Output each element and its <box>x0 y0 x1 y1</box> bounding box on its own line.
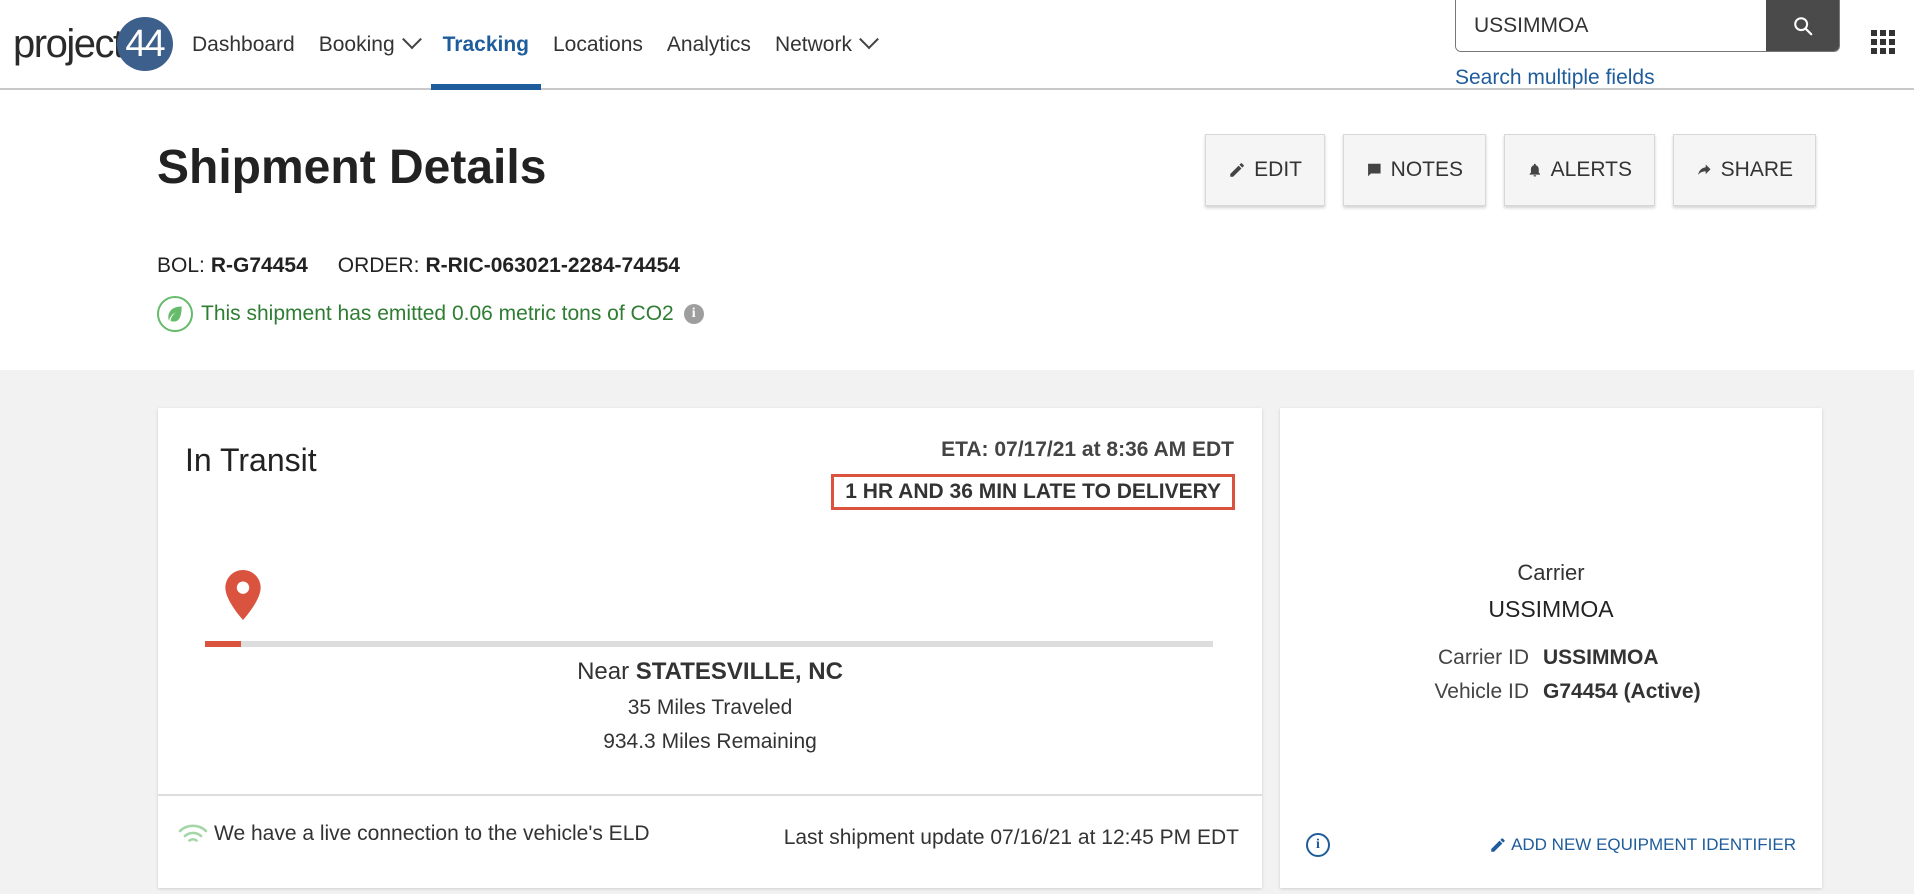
carrier-label: Carrier <box>1517 560 1585 585</box>
current-location: Near STATESVILLE, NC <box>158 658 1262 686</box>
edit-button[interactable]: EDIT <box>1205 134 1325 206</box>
notes-button[interactable]: NOTES <box>1343 134 1486 206</box>
search-input[interactable] <box>1456 0 1766 51</box>
order-value: R-RIC-063021-2284-74454 <box>425 254 680 277</box>
wifi-icon <box>178 824 208 842</box>
bol-label: BOL: <box>157 254 205 277</box>
top-navigation-bar: project 44 Dashboard Booking Tracking Lo… <box>0 0 1914 90</box>
share-arrow-icon <box>1698 164 1711 175</box>
shipment-identifiers: BOL: R-G74454 ORDER: R-RIC-063021-2284-7… <box>157 254 680 278</box>
nav-network[interactable]: Network <box>763 0 888 90</box>
progress-fill <box>205 641 241 647</box>
carrier-id-row: Carrier ID USSIMMOA <box>1280 646 1822 670</box>
page-title: Shipment Details <box>157 141 547 194</box>
search-area: Search multiple fields <box>1455 0 1840 90</box>
search-multiple-fields-link[interactable]: Search multiple fields <box>1455 66 1840 90</box>
carrier-id-value: USSIMMOA <box>1543 646 1659 669</box>
logo-text: project <box>13 21 124 66</box>
eld-text: We have a live connection to the vehicle… <box>214 822 650 845</box>
apps-grid-icon[interactable] <box>1871 30 1895 54</box>
late-delivery-badge: 1 HR AND 36 MIN LATE TO DELIVERY <box>831 474 1235 510</box>
search-icon <box>1793 17 1812 36</box>
info-icon[interactable]: i <box>1306 833 1330 857</box>
leaf-icon <box>157 296 193 332</box>
miles-remaining: 934.3 Miles Remaining <box>603 730 817 753</box>
nav-booking-label: Booking <box>318 33 395 56</box>
miles-traveled: 35 Miles Traveled <box>627 696 793 719</box>
add-equipment-label: ADD NEW EQUIPMENT IDENTIFIER <box>1511 835 1796 854</box>
comment-icon <box>1368 163 1381 177</box>
main-nav: Dashboard Booking Tracking Locations Ana… <box>180 0 888 90</box>
vehicle-id-value: G74454 (Active) <box>1543 680 1701 703</box>
search-box <box>1455 0 1840 52</box>
nav-dashboard[interactable]: Dashboard <box>180 0 307 90</box>
pencil-icon <box>1230 163 1244 177</box>
card-divider <box>158 794 1262 796</box>
share-button[interactable]: SHARE <box>1673 134 1816 206</box>
carrier-card: Carrier USSIMMOA Carrier ID USSIMMOA Veh… <box>1280 408 1822 888</box>
chevron-down-icon <box>401 29 422 50</box>
shipment-header: Shipment Details EDIT NOTES ALERTS SHARE… <box>0 90 1914 370</box>
search-button[interactable] <box>1766 0 1839 51</box>
progress-track <box>205 641 1213 647</box>
eta-text: ETA: 07/17/21 at 8:36 AM EDT <box>941 438 1234 461</box>
nav-analytics[interactable]: Analytics <box>655 0 763 90</box>
near-label: Near <box>577 658 630 685</box>
order-label: ORDER: <box>337 254 420 277</box>
bol-value: R-G74454 <box>210 254 308 277</box>
alerts-button[interactable]: ALERTS <box>1504 134 1655 206</box>
carrier-name: USSIMMOA <box>1488 596 1614 622</box>
carrier-id-label: Carrier ID <box>1437 646 1529 669</box>
notes-label: NOTES <box>1390 158 1463 181</box>
map-pin-icon <box>225 570 261 620</box>
logo-number-badge: 44 <box>116 17 173 71</box>
eld-connection-status: We have a live connection to the vehicle… <box>178 822 650 846</box>
nav-analytics-label: Analytics <box>666 33 751 56</box>
pencil-icon <box>1491 838 1505 852</box>
last-update-text: Last shipment update 07/16/21 at 12:45 P… <box>783 826 1239 849</box>
near-location: STATESVILLE, NC <box>635 658 843 685</box>
add-equipment-identifier-link[interactable]: ADD NEW EQUIPMENT IDENTIFIER <box>1489 835 1796 855</box>
nav-locations[interactable]: Locations <box>541 0 655 90</box>
nav-booking[interactable]: Booking <box>307 0 431 90</box>
vehicle-id-label: Vehicle ID <box>1434 680 1529 703</box>
chevron-down-icon <box>859 29 879 50</box>
project44-logo[interactable]: project 44 <box>13 17 173 71</box>
co2-text: This shipment has emitted 0.06 metric to… <box>201 302 674 325</box>
info-icon[interactable]: i <box>683 304 704 324</box>
edit-label: EDIT <box>1254 158 1302 181</box>
nav-network-label: Network <box>774 33 852 56</box>
co2-emission-notice: This shipment has emitted 0.06 metric to… <box>157 296 704 332</box>
action-buttons: EDIT NOTES ALERTS SHARE <box>1205 134 1816 206</box>
bell-icon <box>1529 163 1541 177</box>
nav-dashboard-label: Dashboard <box>192 33 295 56</box>
nav-locations-label: Locations <box>553 33 643 56</box>
nav-tracking[interactable]: Tracking <box>430 0 542 90</box>
nav-tracking-label: Tracking <box>442 33 529 56</box>
share-label: SHARE <box>1720 158 1793 181</box>
status-title: In Transit <box>185 442 317 478</box>
shipment-status-card: In Transit ETA: 07/17/21 at 8:36 AM EDT … <box>158 408 1262 888</box>
alerts-label: ALERTS <box>1550 158 1632 181</box>
vehicle-id-row: Vehicle ID G74454 (Active) <box>1280 680 1822 704</box>
